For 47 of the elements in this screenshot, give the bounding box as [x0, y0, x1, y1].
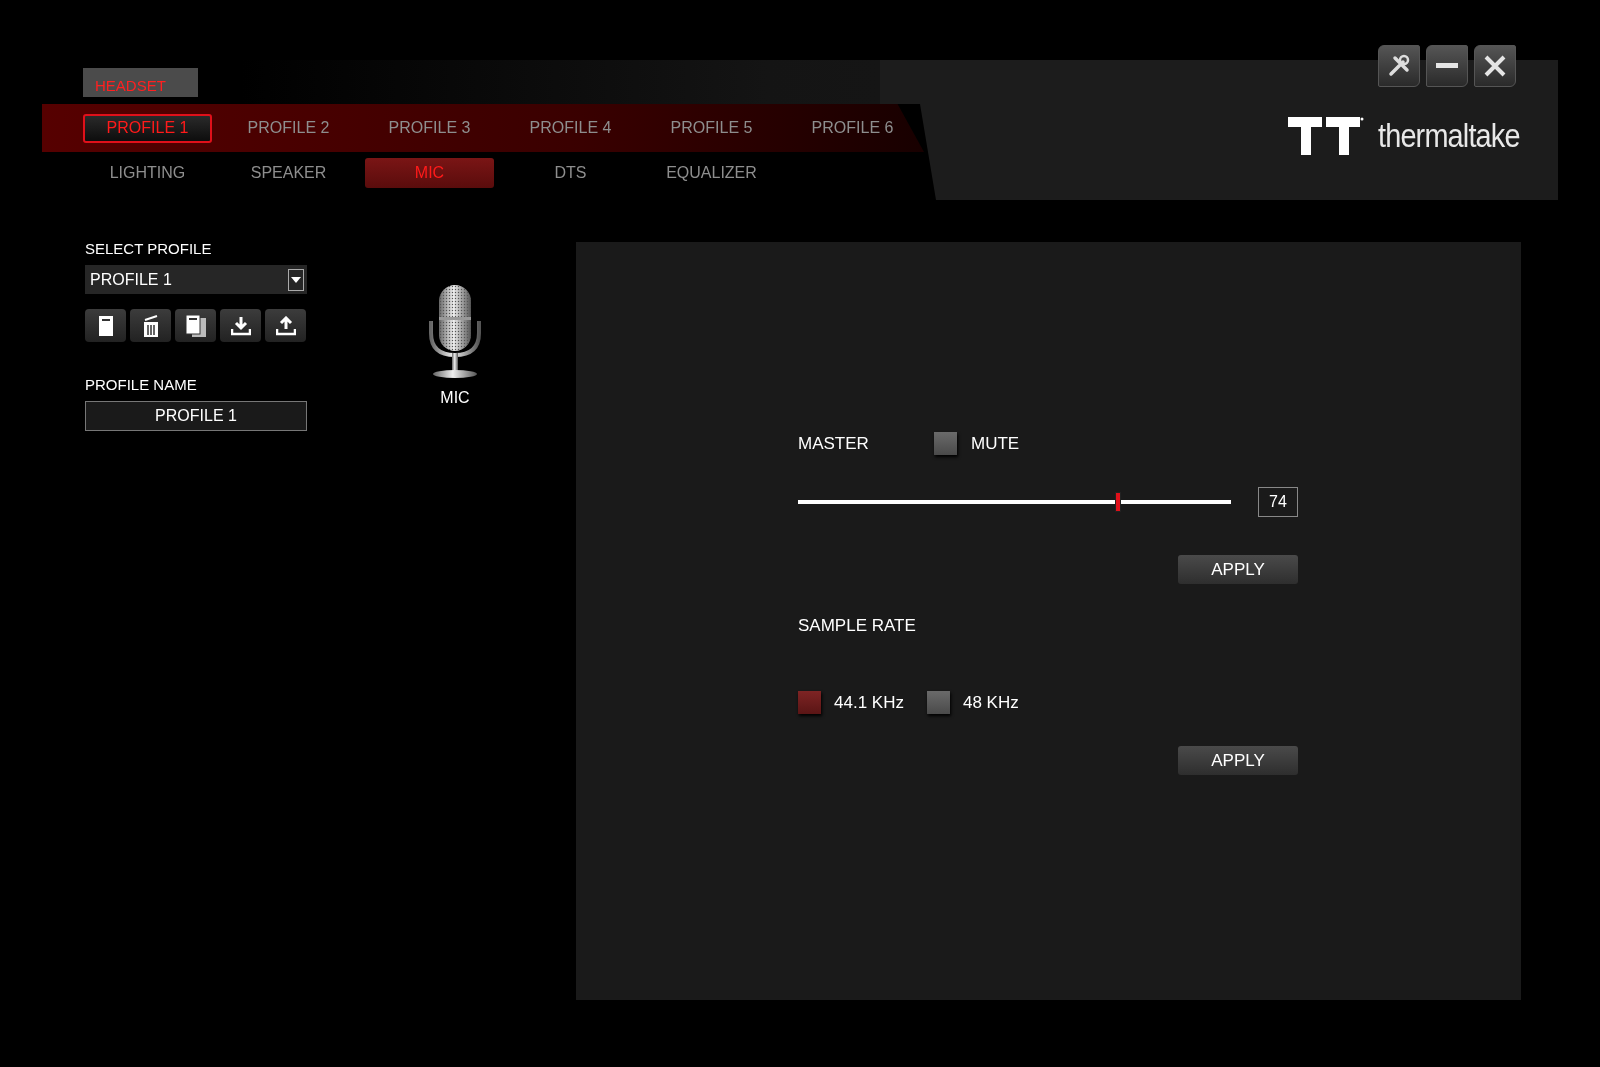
close-button[interactable] [1474, 45, 1516, 87]
volume-value-field[interactable]: 74 [1258, 487, 1298, 517]
close-icon [1484, 55, 1506, 77]
copy-icon [185, 314, 206, 337]
sample-rate-label: 48 KHz [962, 692, 1019, 713]
mute-label: MUTE [971, 433, 1020, 454]
document-icon [98, 315, 113, 336]
sample-rate-heading: SAMPLE RATE [798, 616, 916, 636]
settings-button[interactable] [1378, 45, 1420, 87]
section-tab[interactable]: SPEAKER [224, 158, 353, 188]
master-label: MASTER [798, 433, 870, 454]
slider-thumb[interactable] [1115, 492, 1122, 512]
apply-button[interactable]: APPLY [1178, 746, 1298, 775]
section-tab[interactable]: LIGHTING [83, 158, 212, 188]
new-profile-button[interactable] [85, 309, 126, 342]
profile-tab[interactable]: PROFILE 1 [83, 113, 212, 143]
sample-rate-radio[interactable] [926, 691, 950, 714]
profile-tab[interactable]: PROFILE 2 [224, 113, 353, 143]
sample-rate-label: 44.1 KHz [834, 692, 904, 713]
profile-name-label: PROFILE NAME [85, 376, 198, 393]
copy-button[interactable] [175, 309, 216, 342]
download-icon [230, 315, 251, 336]
select-profile-label: SELECT PROFILE [85, 240, 213, 257]
import-button[interactable] [220, 309, 261, 342]
profile-name-field[interactable]: PROFILE 1 [85, 401, 307, 431]
section-tab[interactable]: EQUALIZER [647, 158, 776, 188]
microphone-icon [427, 285, 483, 379]
upload-icon [275, 315, 296, 336]
sample-rate-radio[interactable] [798, 691, 821, 714]
logo-wordmark: thermaltake [1378, 116, 1520, 155]
profile-tab[interactable]: PROFILE 6 [788, 113, 917, 143]
tools-icon [1387, 54, 1411, 78]
delete-button[interactable] [130, 309, 171, 342]
apply-button[interactable]: APPLY [1178, 555, 1298, 584]
profile-tab[interactable]: PROFILE 3 [365, 113, 494, 143]
mute-checkbox[interactable] [934, 432, 957, 455]
profile-tab[interactable]: PROFILE 4 [506, 113, 635, 143]
minimize-button[interactable] [1426, 45, 1468, 87]
profile-dropdown[interactable]: PROFILE 1 [85, 265, 307, 294]
caret-icon [291, 276, 301, 283]
minimize-icon [1436, 63, 1458, 69]
trash-icon [142, 314, 159, 337]
logo-mark-icon [1288, 116, 1364, 155]
section-tab[interactable]: DTS [506, 158, 635, 188]
device-label: MIC [440, 389, 470, 407]
export-button[interactable] [265, 309, 306, 342]
profile-tab[interactable]: PROFILE 5 [647, 113, 776, 143]
